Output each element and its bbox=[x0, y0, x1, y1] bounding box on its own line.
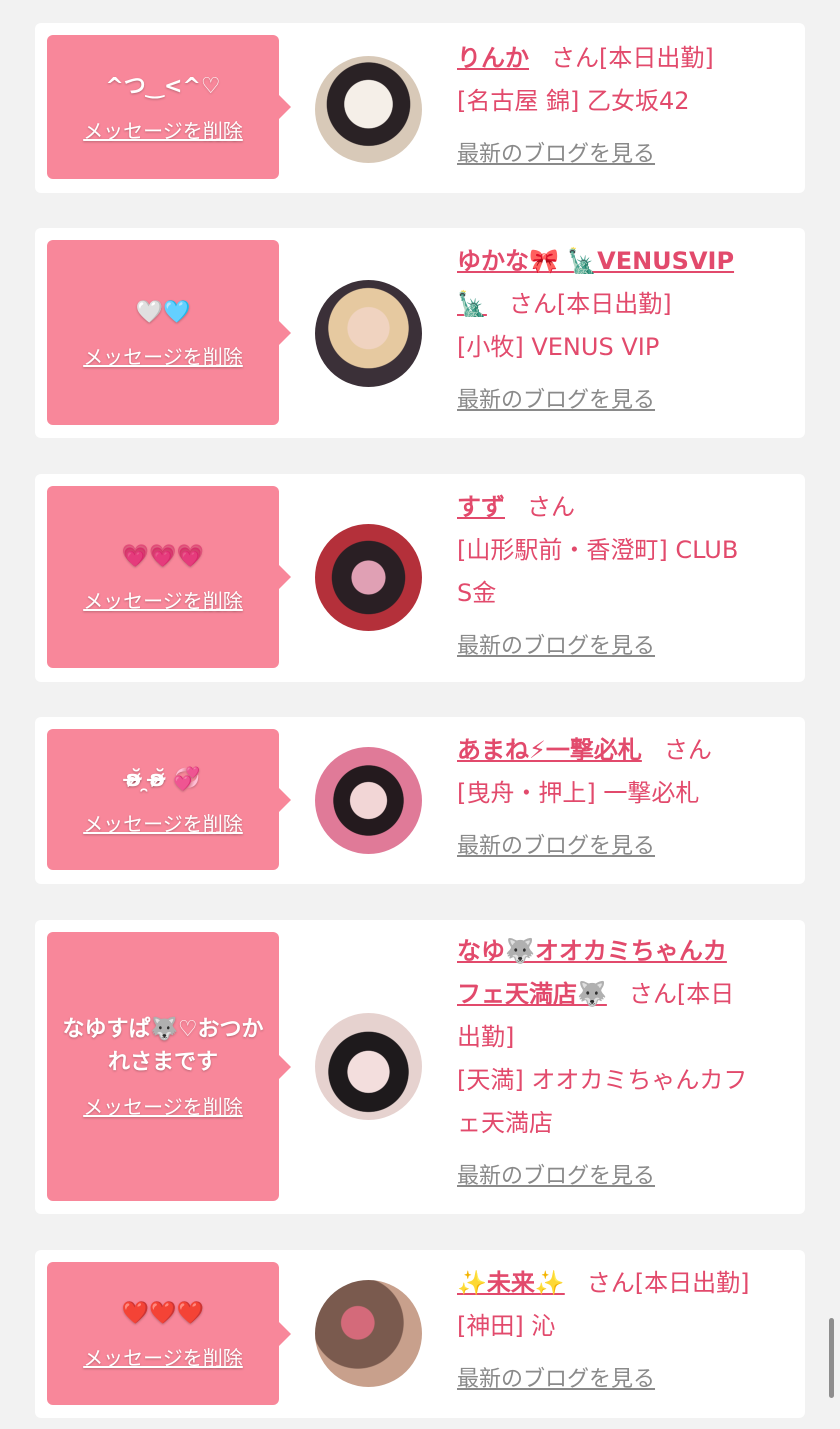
cast-info: すず さん [山形駅前・香澄町] CLUB S金 最新のブログを見る bbox=[457, 486, 793, 665]
delete-message-link[interactable]: メッセージを削除 bbox=[83, 341, 243, 370]
shop-text: [名古屋 錦] 乙女坂42 bbox=[457, 87, 690, 115]
blog-link[interactable]: 最新のブログを見る bbox=[457, 383, 655, 419]
cast-name-link[interactable]: すず bbox=[457, 493, 505, 521]
delete-message-link[interactable]: メッセージを削除 bbox=[83, 585, 243, 614]
message-card: ^つ‿<^♡ メッセージを削除 りんか さん[本日出勤] [名古屋 錦] 乙女坂4… bbox=[35, 23, 805, 193]
message-text: 🤍🩵 bbox=[135, 299, 191, 325]
message-card: ʚ̴̶̷̆ ̯ʚ̴̶̷̆ 💞 メッセージを削除 あまね⚡一撃必札 さん [曳舟・押… bbox=[35, 717, 805, 884]
avatar[interactable] bbox=[315, 1280, 422, 1387]
message-text: ʚ̴̶̷̆ ̯ʚ̴̶̷̆ 💞 bbox=[125, 766, 201, 792]
cast-name-link[interactable]: あまね⚡一撃必札 bbox=[457, 736, 642, 764]
honorific: さん bbox=[628, 980, 677, 1008]
delete-message-link[interactable]: メッセージを削除 bbox=[83, 115, 243, 144]
status-text: [本日出勤] bbox=[556, 290, 672, 318]
message-bubble: ❤️❤️❤️ メッセージを削除 bbox=[47, 1262, 291, 1405]
cast-info: りんか さん[本日出勤] [名古屋 錦] 乙女坂42 最新のブログを見る bbox=[457, 37, 793, 173]
avatar[interactable] bbox=[315, 524, 422, 631]
cast-name-link-cont[interactable]: 🗽 bbox=[457, 290, 487, 318]
status-text: [本日 bbox=[676, 980, 735, 1008]
shop-text: [天満] オオカミちゃんカフ bbox=[457, 1066, 748, 1094]
avatar[interactable] bbox=[315, 747, 422, 854]
shop-text: [曳舟・押上] 一撃必札 bbox=[457, 779, 700, 807]
message-bubble: なゆすぱ🐺♡おつかれさまです メッセージを削除 bbox=[47, 932, 291, 1201]
avatar[interactable] bbox=[315, 280, 422, 387]
status-text: [本日出勤] bbox=[599, 44, 714, 72]
message-card: なゆすぱ🐺♡おつかれさまです メッセージを削除 なゆ🐺オオカミちゃんカ フェ天満… bbox=[35, 920, 805, 1214]
blog-link[interactable]: 最新のブログを見る bbox=[457, 829, 655, 865]
shop-text: [山形駅前・香澄町] CLUB bbox=[457, 536, 739, 564]
blog-link[interactable]: 最新のブログを見る bbox=[457, 1362, 655, 1398]
message-text: ^つ‿<^♡ bbox=[105, 74, 221, 99]
avatar[interactable] bbox=[315, 56, 422, 163]
message-text: 💗💗💗 bbox=[121, 544, 205, 569]
blog-link[interactable]: 最新のブログを見る bbox=[457, 1159, 655, 1195]
message-text: なゆすぱ🐺♡おつかれさまです bbox=[62, 1017, 264, 1075]
cast-info: なゆ🐺オオカミちゃんカ フェ天満店🐺 さん[本日 出勤] [天満] オオカミちゃん… bbox=[457, 930, 793, 1195]
shop-text-cont: S金 bbox=[457, 579, 497, 607]
message-bubble: ʚ̴̶̷̆ ̯ʚ̴̶̷̆ 💞 メッセージを削除 bbox=[47, 729, 291, 870]
shop-text: [小牧] VENUS VIP bbox=[457, 333, 660, 361]
cast-name-link[interactable]: りんか bbox=[457, 44, 529, 72]
message-bubble: 💗💗💗 メッセージを削除 bbox=[47, 486, 291, 668]
shop-text: [神田] 沁 bbox=[457, 1312, 556, 1340]
message-bubble: ^つ‿<^♡ メッセージを削除 bbox=[47, 35, 291, 179]
honorific: さん bbox=[663, 736, 712, 764]
honorific: さん bbox=[586, 1269, 635, 1297]
message-card: 💗💗💗 メッセージを削除 すず さん [山形駅前・香澄町] CLUB S金 最新の… bbox=[35, 474, 805, 682]
cast-name-link[interactable]: ✨未来✨ bbox=[457, 1269, 565, 1297]
message-bubble: 🤍🩵 メッセージを削除 bbox=[47, 240, 291, 425]
cast-info: あまね⚡一撃必札 さん [曳舟・押上] 一撃必札 最新のブログを見る bbox=[457, 729, 793, 865]
honorific: さん bbox=[527, 493, 575, 521]
cast-name-link[interactable]: ゆかな🎀 🗽VENUSVIP bbox=[457, 247, 734, 275]
honorific: さん bbox=[508, 290, 557, 318]
delete-message-link[interactable]: メッセージを削除 bbox=[83, 1342, 243, 1371]
status-text-cont: 出勤] bbox=[457, 1023, 515, 1051]
message-card: 🤍🩵 メッセージを削除 ゆかな🎀 🗽VENUSVIP 🗽 さん[本日出勤] [小牧… bbox=[35, 228, 805, 438]
vertical-scrollbar[interactable] bbox=[829, 1318, 834, 1398]
avatar[interactable] bbox=[315, 1013, 422, 1120]
cast-info: ✨未来✨ さん[本日出勤] [神田] 沁 最新のブログを見る bbox=[457, 1262, 793, 1398]
message-text: ❤️❤️❤️ bbox=[121, 1300, 205, 1326]
cast-info: ゆかな🎀 🗽VENUSVIP 🗽 さん[本日出勤] [小牧] VENUS VIP … bbox=[457, 240, 793, 419]
honorific: さん bbox=[551, 44, 599, 72]
shop-text-cont: ェ天満店 bbox=[457, 1109, 553, 1137]
blog-link[interactable]: 最新のブログを見る bbox=[457, 137, 655, 173]
message-card: ❤️❤️❤️ メッセージを削除 ✨未来✨ さん[本日出勤] [神田] 沁 最新のブ… bbox=[35, 1250, 805, 1418]
cast-name-link-cont[interactable]: フェ天満店🐺 bbox=[457, 980, 607, 1008]
blog-link[interactable]: 最新のブログを見る bbox=[457, 629, 655, 665]
status-text: [本日出勤] bbox=[634, 1269, 750, 1297]
cast-name-link[interactable]: なゆ🐺オオカミちゃんカ bbox=[457, 937, 727, 965]
delete-message-link[interactable]: メッセージを削除 bbox=[83, 1091, 243, 1120]
delete-message-link[interactable]: メッセージを削除 bbox=[83, 808, 243, 837]
